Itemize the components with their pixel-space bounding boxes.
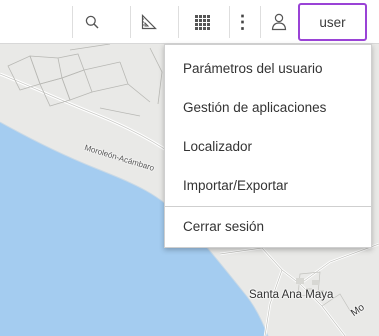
user-menu-button[interactable]: user — [298, 3, 367, 41]
menu-item-locator[interactable]: Localizador — [165, 137, 371, 157]
menu-divider — [165, 206, 371, 207]
apps-button[interactable] — [178, 6, 226, 38]
more-vertical-icon: ⋮ — [233, 12, 252, 32]
user-icon — [271, 13, 286, 31]
menu-item-app-management[interactable]: Gestión de aplicaciones — [165, 98, 371, 118]
menu-item-import-export[interactable]: Importar/Exportar — [165, 176, 371, 196]
top-toolbar: ⋮ user — [0, 0, 379, 44]
search-button[interactable] — [72, 6, 110, 38]
user-dropdown-menu: Parámetros del usuario Gestión de aplica… — [164, 44, 372, 248]
grid-apps-icon — [195, 14, 210, 30]
more-options-button[interactable]: ⋮ — [229, 6, 255, 38]
menu-item-user-settings[interactable]: Parámetros del usuario — [165, 59, 371, 79]
measure-ruler-icon — [141, 14, 157, 30]
menu-item-logout[interactable]: Cerrar sesión — [165, 217, 371, 237]
town-label: Santa Ana Maya — [249, 289, 334, 301]
search-icon — [85, 15, 98, 29]
user-profile-button[interactable] — [260, 6, 296, 38]
measure-button[interactable] — [130, 6, 166, 38]
